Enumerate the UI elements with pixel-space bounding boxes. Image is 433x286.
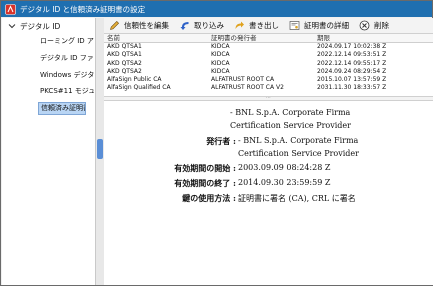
import-button[interactable]: 取り込み: [174, 19, 229, 33]
sidebar-item-digital-id-file[interactable]: デジタル ID ファイル: [40, 52, 94, 65]
certificate-icon: [289, 21, 300, 30]
sidebar-root-label: デジタル ID: [20, 21, 61, 31]
certificate-details-button[interactable]: 証明書の詳細: [284, 19, 354, 33]
cell-issuer: KIDCA: [211, 59, 230, 67]
cell-expiry: 2015.10.07 13:57:59 Z: [317, 76, 387, 84]
export-label: 書き出し: [249, 21, 279, 30]
certificate-details-label: 証明書の詳細: [304, 21, 349, 30]
sidebar-scrollbar-thumb[interactable]: [97, 139, 103, 159]
edit-trust-button[interactable]: 信頼性を編集: [104, 19, 174, 33]
certificate-table: 名前 証明書の発行者 期限 AKD QTSA1 KIDCA 2024.09.17…: [104, 34, 433, 96]
valid-to-label: 有効期間の終了 :: [174, 178, 236, 188]
import-label: 取り込み: [194, 21, 224, 30]
subject-line-2: Certification Service Provider: [230, 121, 351, 130]
key-usage-label: 鍵の使用方法 :: [182, 193, 236, 203]
cell-name: AlfaSign Public CA: [107, 76, 162, 84]
table-header: 名前 証明書の発行者 期限: [104, 34, 433, 43]
export-arrow-icon: [235, 21, 244, 29]
cell-issuer: ALFATRUST ROOT CA V2: [211, 84, 284, 92]
cell-name: AlfaSign Qualified CA: [107, 84, 171, 92]
valid-to-value: 2014.09.30 23:59:59 Z: [238, 178, 331, 187]
cell-expiry: 2022.12.14 09:55:17 Z: [317, 59, 387, 67]
sidebar-item-trusted-certificates[interactable]: 信頼済み証明書: [38, 102, 86, 115]
certificate-settings-window: デジタル ID と信頼済み証明書の設定 デジタル ID ローミング ID アカウ…: [0, 0, 433, 286]
pencil-icon: [110, 20, 120, 30]
splitter-grip-icon[interactable]: ⋯: [266, 96, 271, 101]
cell-name: AKD QTSA2: [107, 59, 142, 67]
certificate-detail-pane: - BNL S.p.A. Corporate Firma Certificati…: [104, 101, 433, 285]
sidebar-item-pkcs11-module[interactable]: PKCS#11 モジュールとト: [40, 85, 94, 98]
sidebar-tree: デジタル ID ローミング ID アカウン デジタル ID ファイル Windo…: [2, 18, 96, 285]
issuer-label: 発行者 :: [206, 136, 236, 146]
issuer-line-2: Certification Service Provider: [238, 149, 359, 158]
cell-expiry: 2024.09.17 10:02:38 Z: [317, 43, 387, 50]
delete-label: 削除: [374, 21, 389, 30]
cell-expiry: 2022.12.14 09:53:51 Z: [317, 51, 387, 59]
cell-name: AKD QTSA1: [107, 43, 142, 50]
app-icon: [5, 3, 16, 15]
column-header-name[interactable]: 名前: [104, 34, 208, 42]
subject-line-1: - BNL S.p.A. Corporate Firma: [230, 108, 351, 117]
valid-from-label: 有効期間の開始 :: [174, 163, 236, 173]
cell-expiry: 2031.11.30 18:33:57 Z: [317, 84, 387, 92]
table-row[interactable]: AKD QTSA2 KIDCA 2022.12.14 09:55:17 Z: [104, 60, 433, 68]
table-row[interactable]: AKD QTSA2 KIDCA 2024.09.24 08:29:54 Z: [104, 68, 433, 76]
table-row[interactable]: AlfaSign Qualified CA ALFATRUST ROOT CA …: [104, 84, 433, 92]
import-arrow-icon: [180, 22, 189, 30]
export-button[interactable]: 書き出し: [229, 19, 284, 33]
cell-name: AKD QTSA2: [107, 67, 142, 75]
delete-button[interactable]: 削除: [354, 19, 394, 33]
sidebar-item-windows-digital-id[interactable]: Windows デジタル ID: [40, 69, 94, 82]
issuer-line-1: - BNL S.p.A. Corporate Firma: [238, 136, 359, 145]
chevron-down-icon[interactable]: [8, 22, 16, 30]
key-usage-value: 証明書に署名 (CA), CRL に署名: [238, 194, 356, 203]
cell-issuer: KIDCA: [211, 43, 230, 50]
table-row[interactable]: AKD QTSA1 KIDCA 2024.09.17 10:02:38 Z: [104, 43, 433, 51]
column-header-issuer[interactable]: 証明書の発行者: [208, 34, 314, 42]
cell-issuer: KIDCA: [211, 67, 230, 75]
title-bar[interactable]: デジタル ID と信頼済み証明書の設定: [1, 1, 432, 17]
window-title: デジタル ID と信頼済み証明書の設定: [20, 4, 146, 14]
sidebar-root-digital-id[interactable]: デジタル ID: [8, 20, 60, 32]
valid-from-value: 2003.09.09 08:24:28 Z: [238, 163, 331, 172]
edit-trust-label: 信頼性を編集: [124, 21, 169, 30]
cell-expiry: 2024.09.24 08:29:54 Z: [317, 67, 387, 75]
delete-icon: [359, 20, 370, 31]
column-header-expiry[interactable]: 期限: [314, 34, 433, 42]
sidebar-item-roaming-id[interactable]: ローミング ID アカウン: [40, 35, 94, 48]
table-row[interactable]: AKD QTSA1 KIDCA 2022.12.14 09:53:51 Z: [104, 51, 433, 59]
cell-issuer: KIDCA: [211, 51, 230, 59]
toolbar: 信頼性を編集 取り込み 書き出し 証明書の詳細 削除: [104, 18, 433, 34]
cell-name: AKD QTSA1: [107, 51, 142, 59]
table-row[interactable]: AlfaSign Public CA ALFATRUST ROOT CA 201…: [104, 76, 433, 84]
cell-issuer: ALFATRUST ROOT CA: [211, 76, 275, 84]
